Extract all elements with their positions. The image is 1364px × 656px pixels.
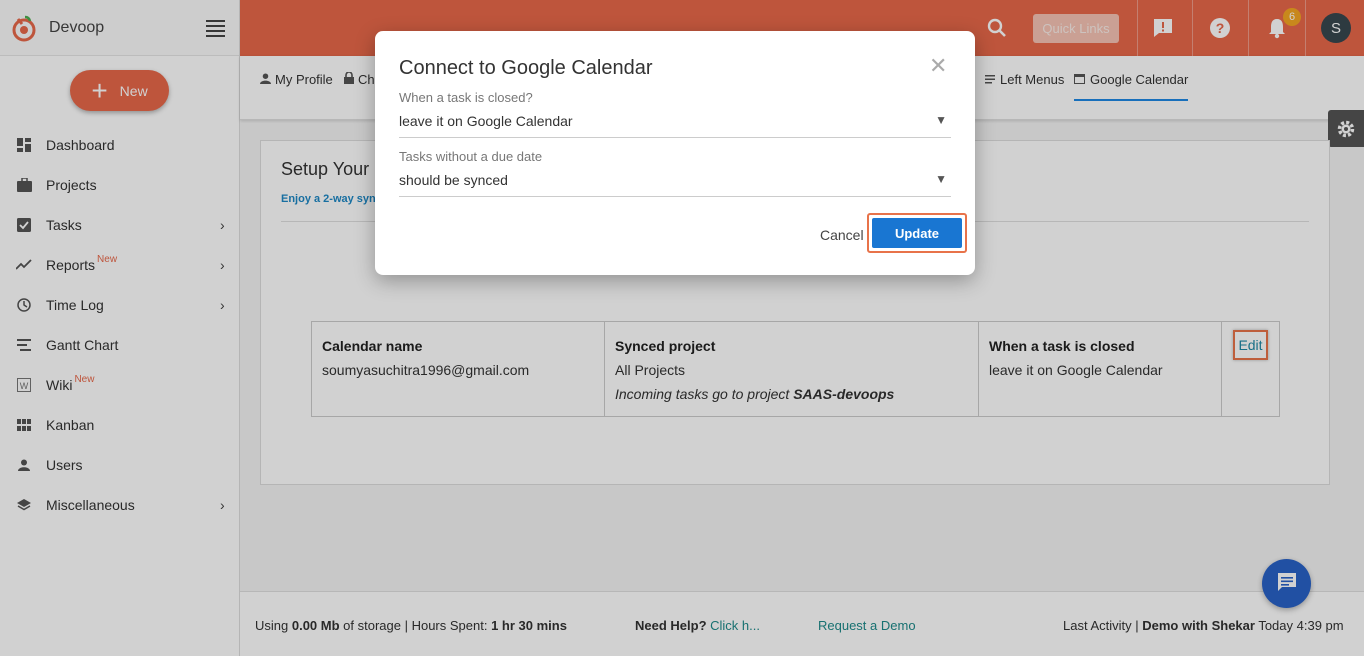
dialog-title: Connect to Google Calendar xyxy=(399,57,653,79)
field-value: should be synced xyxy=(399,172,508,188)
task-closed-select[interactable]: When a task is closed? leave it on Googl… xyxy=(399,90,951,138)
field-label: Tasks without a due date xyxy=(399,149,543,164)
field-label: When a task is closed? xyxy=(399,90,533,105)
update-button-highlight: Update xyxy=(867,213,967,253)
close-icon[interactable]: ✕ xyxy=(929,53,947,79)
field-value: leave it on Google Calendar xyxy=(399,113,573,129)
dropdown-arrow-icon: ▼ xyxy=(935,172,947,186)
update-button[interactable]: Update xyxy=(872,218,962,248)
cancel-button[interactable]: Cancel xyxy=(820,227,864,243)
dropdown-arrow-icon: ▼ xyxy=(935,113,947,127)
no-due-date-select[interactable]: Tasks without a due date should be synce… xyxy=(399,149,951,197)
google-calendar-dialog: Connect to Google Calendar ✕ When a task… xyxy=(375,31,975,275)
